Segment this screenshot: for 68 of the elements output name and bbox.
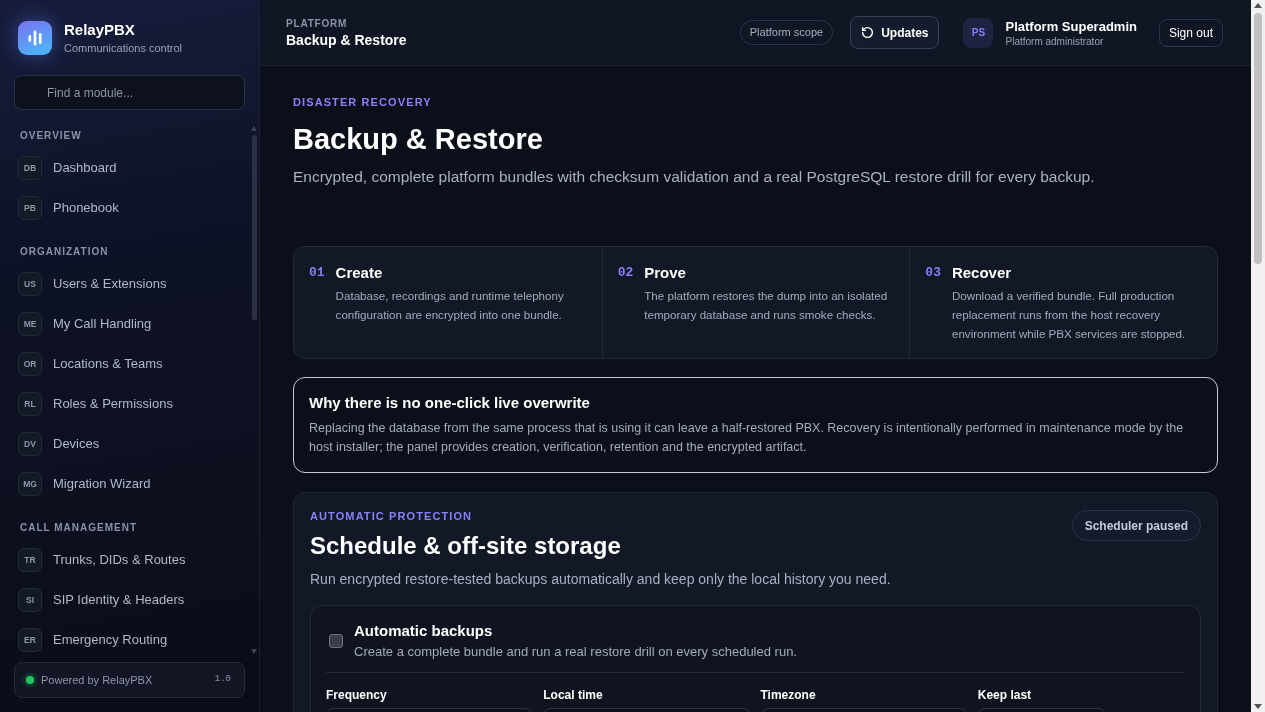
brand-tagline: Communications control xyxy=(64,41,182,56)
module-code-badge: DB xyxy=(18,156,42,180)
sidebar-item[interactable]: OR Locations & Teams xyxy=(14,344,245,384)
module-code-badge: US xyxy=(18,272,42,296)
step-title: Create xyxy=(335,263,384,283)
version-label: 1.0 xyxy=(214,673,232,687)
step-number: 03 xyxy=(925,264,941,282)
module-code-badge: SI xyxy=(18,588,42,612)
scrollbar-thumb[interactable] xyxy=(1254,13,1262,264)
step-number: 02 xyxy=(617,264,634,282)
notice-body: Replacing the database from the same process that is using it can leave a half-restored PBX. Recovery is intentionally performed in maintenance mode by the host installer; the panel provides creation, verification, retention and the encrypted artifact. xyxy=(309,420,1185,456)
step-number: 01 xyxy=(309,264,325,282)
sidebar-item[interactable]: MG Migration Wizard xyxy=(14,464,245,504)
refresh-icon xyxy=(861,26,875,39)
step-description: Download a verified bundle. Full production replacement runs from the host recovery environment while PBX services are stopped. xyxy=(951,288,1187,342)
user-name: Platform Superadmin xyxy=(1005,17,1137,35)
brand-name: RelayPBX xyxy=(64,20,136,40)
user-avatar: PS xyxy=(963,17,994,48)
sidebar-item[interactable]: ME My Call Handling xyxy=(14,304,245,344)
scroll-down-arrow-icon[interactable] xyxy=(1254,704,1262,709)
page-description: Encrypted, complete platform bundles with checksum validation and a real PostgreSQL restore drill for every backup. xyxy=(293,167,1096,187)
sidebar-item[interactable]: DV Devices xyxy=(14,424,245,464)
sidebar-item[interactable]: TR Trunks, DIDs & Routes xyxy=(14,540,245,580)
module-search-field[interactable]: Find a module... xyxy=(14,75,245,110)
scrollbar-thumb[interactable] xyxy=(251,135,257,320)
module-code-badge: TR xyxy=(18,548,42,572)
nav-section-heading: CALL MANAGEMENT xyxy=(19,521,139,535)
scheduler-status-badge: Scheduler paused xyxy=(1071,510,1201,541)
module-code-badge: MG xyxy=(18,472,42,496)
sidebar-item[interactable]: SI SIP Identity & Headers xyxy=(14,580,245,620)
page-title: Backup & Restore xyxy=(286,30,407,49)
app-logo-icon xyxy=(18,21,52,55)
section-heading: Schedule & off-site storage xyxy=(310,531,622,561)
module-code-badge: PB xyxy=(18,196,42,220)
field-label: Frequency xyxy=(326,687,388,703)
module-code-badge: DV xyxy=(18,432,42,456)
step-description: Database, recordings and runtime telephony configuration are encrypted into one bundle. xyxy=(335,288,565,323)
page-eyebrow: PLATFORM xyxy=(286,16,349,31)
sidebar-item[interactable]: DB Dashboard xyxy=(14,148,245,188)
scroll-up-arrow-icon[interactable] xyxy=(1254,3,1262,8)
field-label: Timezone xyxy=(760,687,817,703)
option-description: Create a complete bundle and run a real restore drill on every scheduled run. xyxy=(354,643,797,661)
sign-out-button[interactable]: Sign out xyxy=(1158,18,1223,47)
sidebar-item[interactable]: ER Emergency Routing xyxy=(14,620,245,660)
step-description: The platform restores the dump into an isolated temporary database and runs smoke checks. xyxy=(644,288,889,323)
module-code-badge: RL xyxy=(18,392,42,416)
field-label: Local time xyxy=(543,687,604,703)
section-eyebrow: DISASTER RECOVERY xyxy=(293,95,433,110)
footer-text: Powered by RelayPBX xyxy=(41,672,153,688)
step-title: Prove xyxy=(644,263,687,283)
section-eyebrow: AUTOMATIC PROTECTION xyxy=(310,509,474,524)
sidebar-item[interactable]: RL Roles & Permissions xyxy=(14,384,245,424)
step-title: Recover xyxy=(951,263,1013,283)
section-description: Run encrypted restore-tested backups automatically and keep only the local history you need. xyxy=(310,570,891,589)
nav-section-heading: ORGANIZATION xyxy=(19,245,110,259)
sidebar-item[interactable]: US Users & Extensions xyxy=(14,264,245,304)
checkbox[interactable] xyxy=(329,634,343,648)
updates-button[interactable]: Updates xyxy=(850,16,940,49)
module-code-badge: OR xyxy=(18,352,42,376)
option-title: Automatic backups xyxy=(354,621,494,641)
module-code-badge: ME xyxy=(18,312,42,336)
sidebar-item[interactable]: PB Phonebook xyxy=(14,188,245,228)
nav-section-heading: OVERVIEW xyxy=(19,129,83,143)
module-code-badge: ER xyxy=(18,628,42,652)
page-heading: Backup & Restore xyxy=(293,122,544,157)
notice-title: Why there is no one-click live overwrite xyxy=(309,393,591,413)
user-role: Platform administrator xyxy=(1005,34,1105,48)
field-label: Keep last xyxy=(977,687,1033,703)
